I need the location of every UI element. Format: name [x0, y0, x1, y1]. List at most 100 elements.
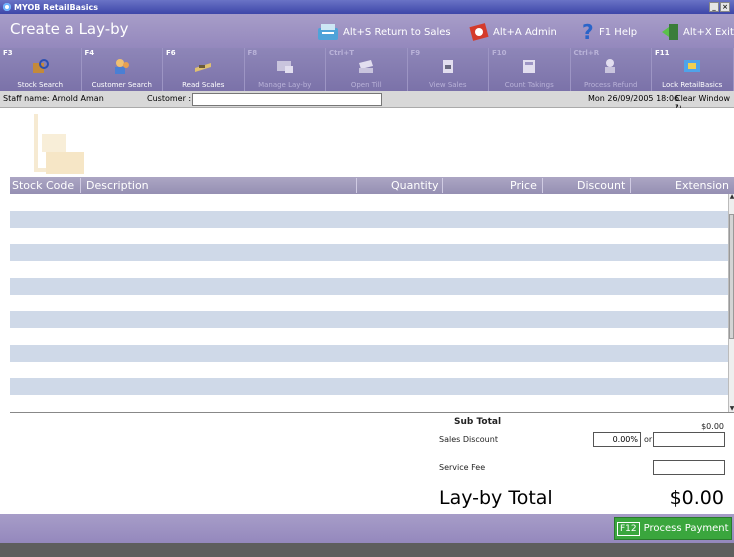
process-key: F12	[617, 521, 640, 536]
process-payment-button[interactable]: F12 Process Payment	[614, 517, 732, 540]
col-stock-code: Stock Code	[12, 179, 75, 192]
clear-window-label: Clear Window	[675, 94, 731, 103]
view-sales-button[interactable]: F9 View Sales	[408, 48, 489, 91]
table-row[interactable]	[10, 210, 728, 228]
read-scales-button[interactable]: F6 Read Scales	[163, 48, 245, 91]
fkey-label: F10	[492, 49, 507, 57]
table-row[interactable]	[10, 277, 728, 295]
col-quantity: Quantity	[391, 179, 439, 192]
date-time: Mon 26/09/2005 18:06	[588, 94, 680, 103]
col-price: Price	[510, 179, 537, 192]
col-extension: Extension	[675, 179, 730, 192]
count-takings-icon	[523, 60, 536, 73]
layby-total-value: $0.00	[669, 487, 724, 509]
subtotal-label: Sub Total	[454, 417, 502, 427]
fkey-label: F11	[655, 49, 670, 57]
help-icon: ?	[582, 22, 594, 42]
process-refund-button[interactable]: Ctrl+R Process Refund	[571, 48, 652, 91]
fbutton-label: Open Till	[350, 81, 382, 89]
staff-bar: Staff name: Arnold Aman Customer : Mon 2…	[0, 91, 734, 112]
customer-search-icon	[114, 59, 129, 74]
fbutton-label: Read Scales	[182, 81, 225, 89]
window-title: MYOB RetailBasics	[14, 2, 98, 12]
col-description: Description	[86, 179, 149, 192]
fbutton-label: Lock RetailBasics	[662, 81, 723, 89]
totals-panel: Sub Total $0.00 Sales Discount 0.00% or …	[0, 413, 734, 514]
fbutton-label: Process Refund	[584, 81, 638, 89]
exit-button[interactable]: Alt+X Exit	[660, 22, 734, 42]
product-image-area	[0, 108, 734, 177]
line-items-table[interactable]	[10, 194, 728, 412]
staff-name: Staff name: Arnold Aman	[3, 94, 104, 103]
service-fee-label: Service Fee	[439, 463, 486, 472]
table-row[interactable]	[10, 395, 728, 412]
customer-label: Customer :	[147, 94, 192, 103]
table-row[interactable]	[10, 261, 728, 278]
return-to-sales-label: Alt+S Return to Sales	[343, 26, 451, 38]
open-till-button[interactable]: Ctrl+T Open Till	[326, 48, 408, 91]
col-discount: Discount	[577, 179, 626, 192]
help-label: F1 Help	[599, 26, 638, 38]
admin-button[interactable]: Alt+A Admin	[468, 22, 557, 42]
stock-search-icon	[33, 59, 50, 73]
or-label: or	[644, 435, 653, 444]
window-titlebar: MYOB RetailBasics _ ×	[0, 0, 734, 14]
scales-icon	[195, 63, 212, 72]
manage-layby-icon	[276, 61, 293, 73]
stock-search-button[interactable]: F3 Stock Search	[0, 48, 82, 91]
table-row[interactable]	[10, 228, 728, 245]
table-row[interactable]	[10, 194, 728, 211]
exit-label: Alt+X Exit	[683, 26, 734, 38]
col-separator	[80, 178, 81, 193]
scroll-thumb[interactable]	[729, 214, 734, 339]
table-row[interactable]	[10, 295, 728, 312]
refund-icon	[604, 59, 615, 73]
help-button[interactable]: ? F1 Help	[580, 22, 637, 42]
fkey-label: Ctrl+T	[329, 49, 354, 57]
bottom-strip	[0, 543, 734, 557]
footer-bar: F12 Process Payment	[0, 514, 734, 543]
fkey-label: F9	[410, 49, 421, 57]
vertical-scrollbar[interactable]: ▲ ▼	[728, 194, 734, 412]
return-to-sales-button[interactable]: Alt+S Return to Sales	[316, 22, 451, 42]
col-separator	[542, 178, 543, 193]
fbutton-label: Manage Lay-by	[258, 81, 312, 89]
fkey-label: F6	[166, 49, 176, 57]
table-row[interactable]	[10, 244, 728, 262]
view-sales-icon	[442, 60, 453, 73]
function-key-bar: F3 Stock Search F4 Customer Search F6 Re…	[0, 48, 734, 91]
scroll-up-icon[interactable]: ▲	[729, 194, 734, 200]
table-row[interactable]	[10, 344, 728, 362]
layby-total-label: Lay-by Total	[439, 487, 553, 509]
process-payment-label: Process Payment	[643, 523, 729, 534]
lock-retailbasics-button[interactable]: F11 Lock RetailBasics	[652, 48, 734, 91]
return-sales-icon	[318, 24, 338, 40]
fbutton-label: Count Takings	[504, 81, 554, 89]
fbutton-label: View Sales	[429, 81, 467, 89]
table-row[interactable]	[10, 362, 728, 379]
table-header: Stock Code Description Quantity Price Di…	[10, 177, 734, 194]
service-fee-input[interactable]	[653, 460, 725, 475]
fbutton-label: Customer Search	[91, 81, 152, 89]
col-separator	[630, 178, 631, 193]
table-row[interactable]	[10, 328, 728, 345]
customer-search-button[interactable]: F4 Customer Search	[82, 48, 163, 91]
svg-text:?: ?	[582, 22, 594, 42]
minimize-button[interactable]: _	[709, 2, 719, 12]
manage-layby-button[interactable]: F8 Manage Lay-by	[245, 48, 326, 91]
col-separator	[442, 178, 443, 193]
exit-icon	[662, 24, 678, 40]
sales-discount-label: Sales Discount	[439, 435, 498, 444]
fkey-label: F8	[247, 49, 258, 57]
table-row[interactable]	[10, 311, 728, 329]
col-separator	[356, 178, 357, 193]
admin-label: Alt+A Admin	[493, 26, 557, 38]
table-row[interactable]	[10, 378, 728, 396]
close-button[interactable]: ×	[720, 2, 730, 12]
count-takings-button[interactable]: F10 Count Takings	[489, 48, 571, 91]
discount-percent-input[interactable]: 0.00%	[593, 432, 641, 447]
page-header: Create a Lay-by Alt+S Return to Sales Al…	[0, 14, 734, 48]
customer-input[interactable]	[192, 93, 382, 106]
lock-icon	[684, 60, 701, 72]
discount-amount-input[interactable]	[653, 432, 725, 447]
